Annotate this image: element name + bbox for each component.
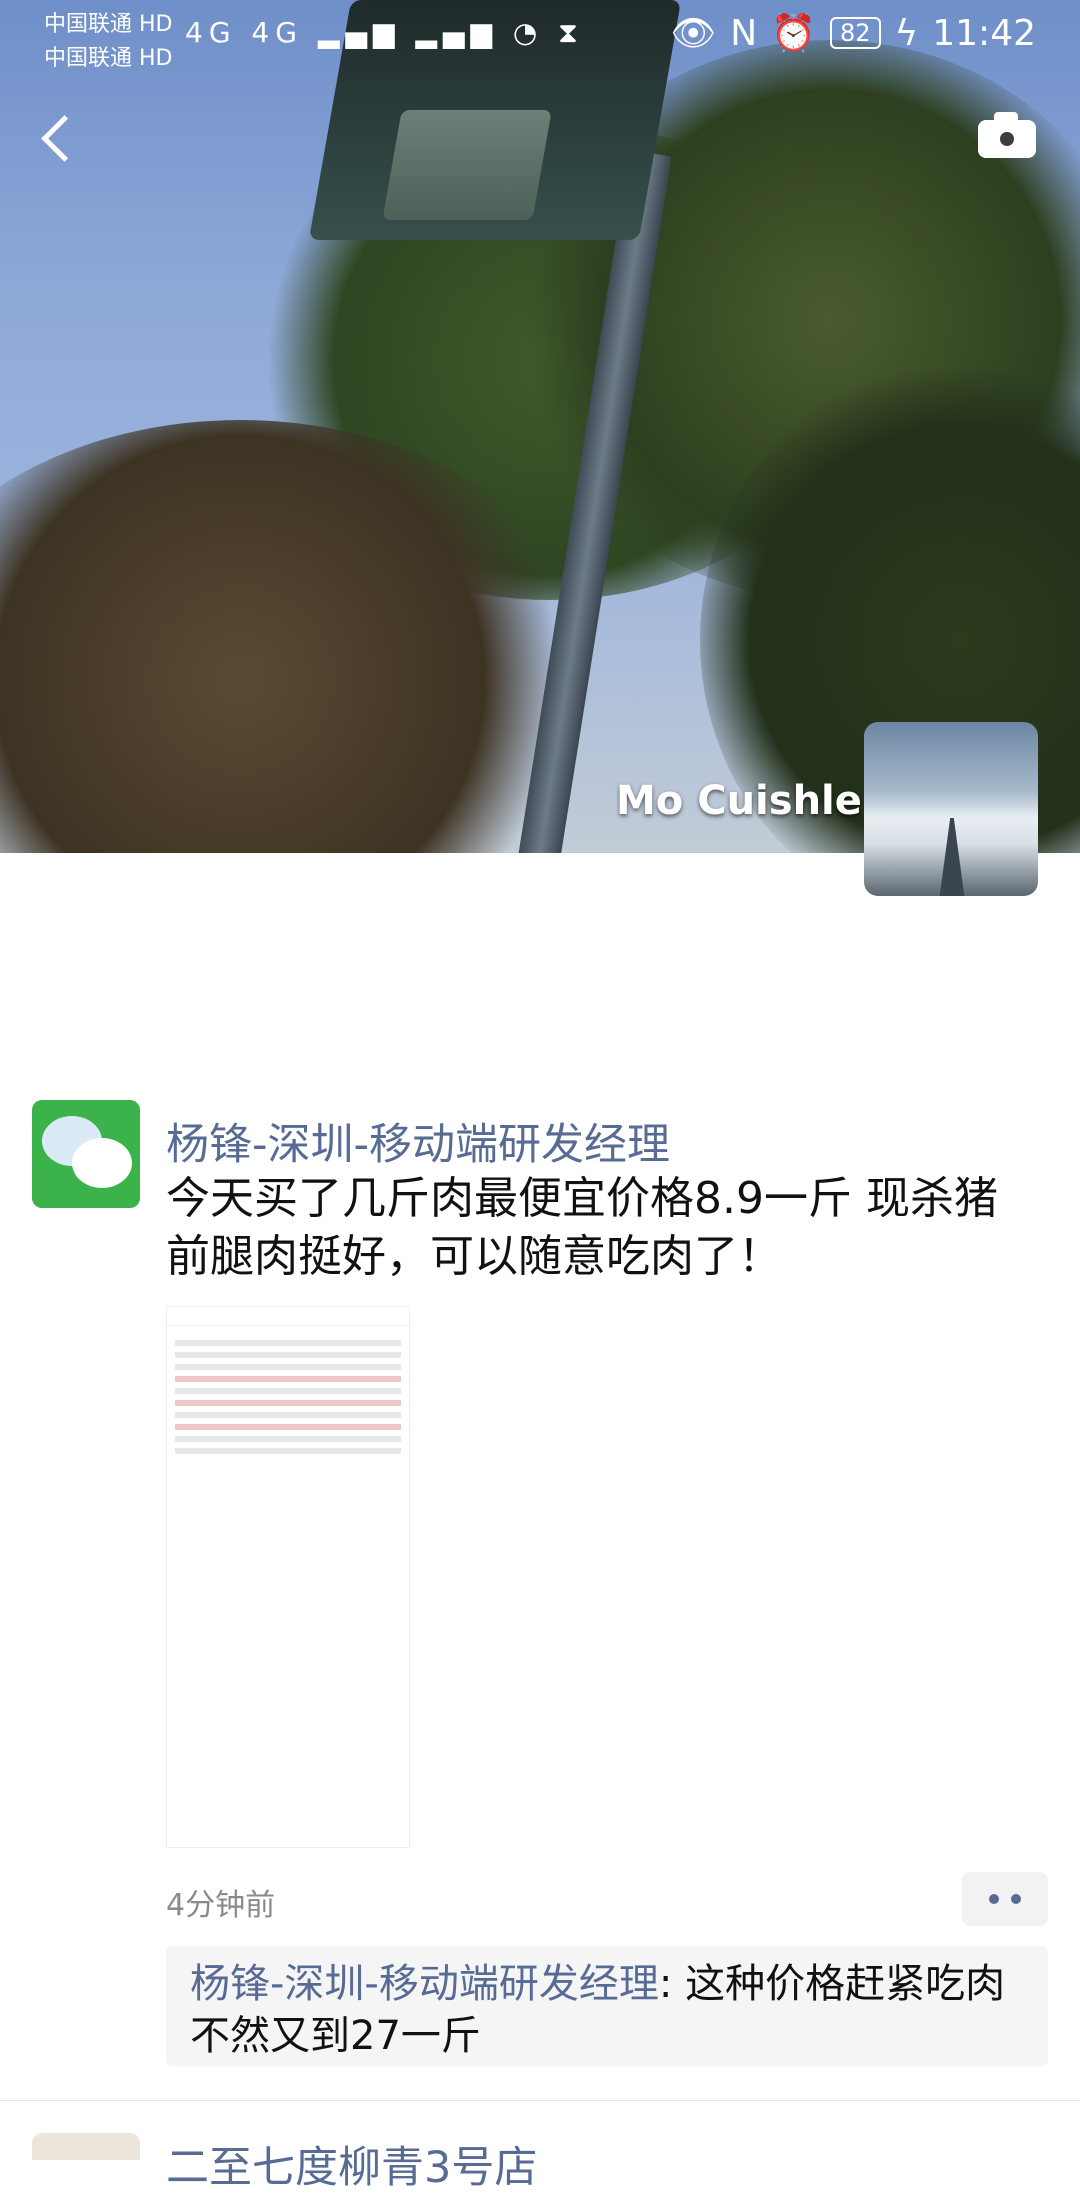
battery-percent: 82 bbox=[839, 19, 871, 47]
more-dot-icon bbox=[989, 1894, 999, 1904]
comment-author[interactable]: 杨锋-深圳-移动端研发经理 bbox=[190, 1961, 659, 2007]
image-line bbox=[175, 1340, 401, 1346]
more-button[interactable] bbox=[962, 1872, 1048, 1926]
camera-lens bbox=[1000, 132, 1014, 146]
avatar-bubble-2 bbox=[72, 1138, 132, 1188]
image-line bbox=[175, 1436, 401, 1442]
image-tabs bbox=[167, 1326, 409, 1334]
clock: 11:42 bbox=[932, 12, 1036, 54]
profile-name: Mo Cuishle bbox=[616, 778, 862, 824]
image-line bbox=[175, 1376, 401, 1382]
carrier-line-1: 中国联通 HD bbox=[44, 12, 173, 37]
alarm-icon: ⏰ bbox=[771, 13, 816, 54]
carrier-line-2: 中国联通 HD bbox=[44, 46, 173, 71]
image-line bbox=[175, 1400, 401, 1406]
image-line bbox=[175, 1352, 401, 1358]
image-line bbox=[175, 1364, 401, 1370]
status-bar: 中国联通 HD 中国联通 HD 4G 4G ▂▄▆ ▂▄▆ ◔ ⧗ 👁 N ⏰ … bbox=[0, 0, 1080, 80]
image-line bbox=[175, 1388, 401, 1394]
post-divider bbox=[0, 2100, 1080, 2101]
right-status: 👁 N ⏰ 82 ϟ 11:42 bbox=[670, 12, 1036, 55]
image-line bbox=[175, 1448, 401, 1454]
back-button[interactable] bbox=[36, 110, 76, 170]
post-image[interactable] bbox=[166, 1306, 410, 1848]
image-status-strip bbox=[167, 1307, 409, 1326]
post-text: 今天买了几斤肉最便宜价格8.9一斤 现杀猪前腿肉挺好，可以随意吃肉了！ bbox=[166, 1173, 998, 1282]
signal-text: 4G 4G bbox=[185, 16, 303, 49]
nfc-icon: N bbox=[730, 12, 758, 54]
image-line bbox=[175, 1424, 401, 1430]
eye-icon: 👁 bbox=[670, 13, 717, 54]
post-time: 4分钟前 bbox=[166, 1888, 276, 1923]
road-graphic bbox=[934, 818, 970, 896]
comment-box: 杨锋-深圳-移动端研发经理: 这种价格赶紧吃肉不然又到27一斤 bbox=[166, 1946, 1048, 2066]
battery-icon: 82 bbox=[829, 17, 881, 49]
profile-avatar[interactable] bbox=[864, 722, 1038, 896]
post-author[interactable]: 杨锋-深圳-移动端研发经理 bbox=[166, 1110, 670, 1172]
image-line bbox=[175, 1412, 401, 1418]
next-post-author[interactable]: 二至七度柳青3号店 bbox=[166, 2133, 537, 2195]
camera-icon[interactable] bbox=[978, 110, 1036, 158]
signal-icon: 4G 4G ▂▄▆ ▂▄▆ ◔ ⧗ bbox=[185, 16, 584, 49]
more-dot-icon bbox=[1011, 1894, 1021, 1904]
next-post-avatar[interactable] bbox=[32, 2133, 140, 2160]
author-avatar[interactable] bbox=[32, 1100, 140, 1208]
charging-icon: ϟ bbox=[894, 12, 919, 54]
